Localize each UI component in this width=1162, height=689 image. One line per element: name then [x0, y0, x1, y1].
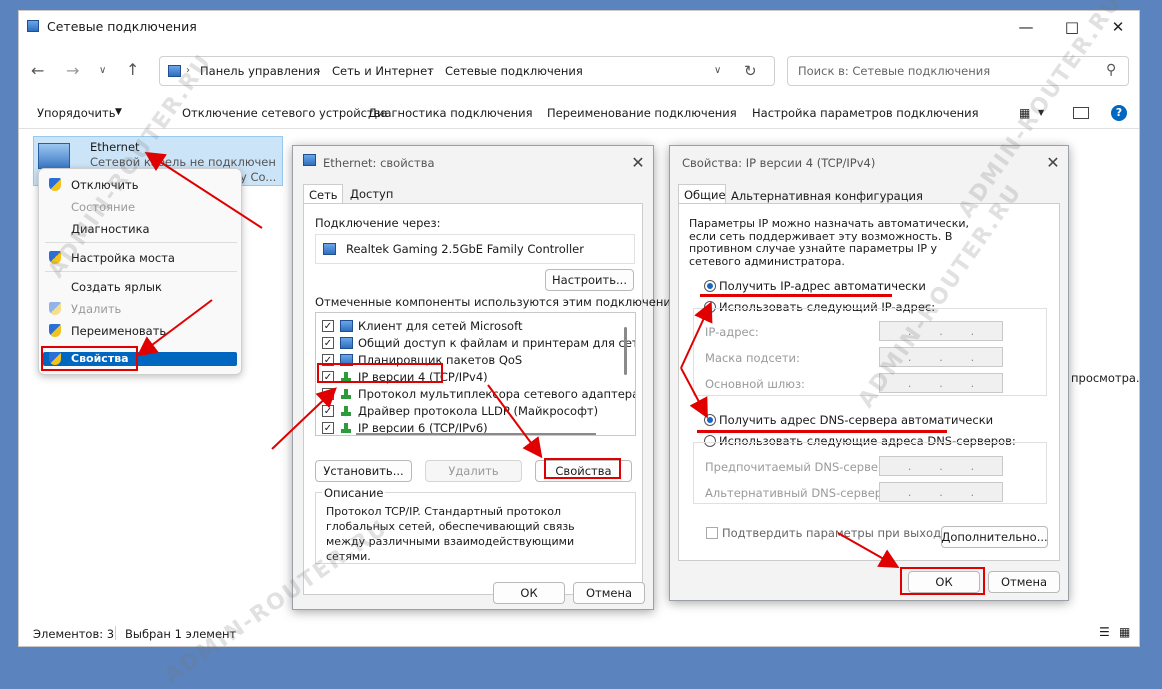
- arrow-to-auto-ip: [680, 301, 713, 369]
- arrow-to-ok: [837, 532, 900, 568]
- arrow-to-auto-dns: [680, 367, 708, 419]
- arrow-to-ethernet: [144, 151, 263, 229]
- arrow-to-properties-menu: [136, 299, 213, 357]
- arrow-to-ipv4: [271, 387, 337, 450]
- arrow-to-properties-button: [487, 384, 543, 459]
